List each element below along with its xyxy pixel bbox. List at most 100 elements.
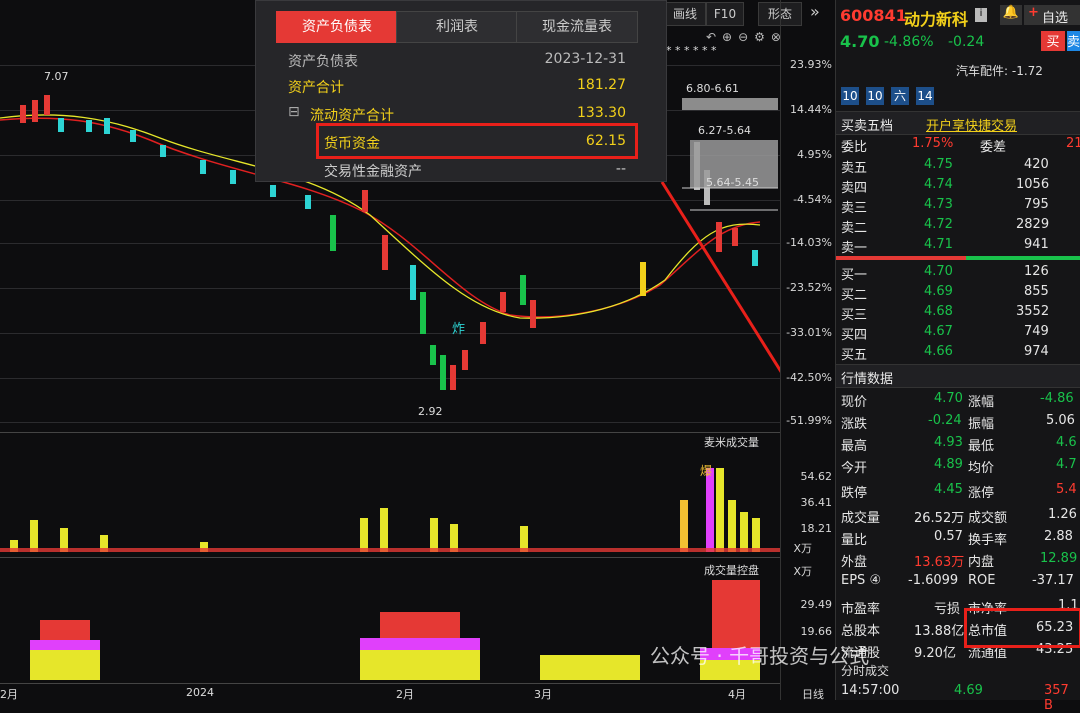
pct-tick: 4.95% (797, 148, 832, 161)
quote-value: 4.6 (1056, 435, 1077, 450)
ask-row[interactable]: 卖五 4.75 420 (836, 155, 1080, 176)
stock-name: 动力新科 (904, 10, 969, 29)
bid-ask-bar-red (836, 256, 966, 260)
bomb-label: 炸 (452, 322, 466, 337)
resist-label: 5.64-5.45 (706, 176, 759, 189)
quote-value: 4.45 (934, 482, 963, 497)
bid-label: 买三 (841, 308, 868, 323)
vol-tick: 36.41 (800, 496, 833, 509)
bid-row[interactable]: 买三 4.68 3552 (836, 302, 1080, 323)
tab-balance-sheet[interactable]: 资产负债表 (276, 11, 398, 43)
ctrl-unit: X万 (793, 565, 812, 578)
bid-vol: 855 (1024, 284, 1049, 299)
ask-price: 4.74 (924, 177, 953, 192)
fin-row-trading-assets[interactable]: 交易性金融资产 -- (256, 155, 666, 183)
ask-vol: 941 (1024, 237, 1049, 252)
ask-price: 4.73 (924, 197, 953, 212)
watermark: 公众号 · 千哥投资与公式 (650, 644, 870, 668)
expand-icon[interactable]: ⊟ (288, 104, 300, 120)
vol-unit: X万 (793, 542, 812, 555)
speed-btn[interactable]: 10 (866, 87, 884, 105)
quote-row: 现价 4.70 涨幅 -4.86 (836, 389, 1080, 410)
quote-value: 9.20亿 (914, 646, 956, 661)
fin-row-label: 流动资产合计 (310, 108, 394, 124)
ask-row[interactable]: 卖三 4.73 795 (836, 195, 1080, 216)
quote-value: 13.88亿 (914, 624, 965, 639)
quote-value: 5.4 (1056, 482, 1077, 497)
tick-row: 14:57:00 4.69 357 B (836, 681, 1080, 713)
buy-button[interactable]: 买 (1041, 31, 1065, 51)
quote-value: -1.6099 (908, 573, 959, 588)
quote-data-header[interactable]: 行情数据 (836, 364, 1080, 388)
sell-button[interactable]: 卖 (1067, 31, 1080, 51)
ask-vol: 2829 (1016, 217, 1050, 232)
fast-trade-link[interactable]: 开户享快捷交易 (926, 115, 1017, 134)
quote-value: 5.06 (1046, 413, 1075, 428)
pct-tick: -42.50% (786, 371, 832, 384)
quote-value: 26.52万 (914, 511, 965, 526)
ctrl-tick: 29.49 (800, 598, 833, 611)
ask-vol: 1056 (1016, 177, 1050, 192)
bid-vol: 126 (1024, 264, 1049, 279)
quote-panel[interactable]: 600841 动力新科 i 🔔 + 自选 4.70 -4.86% -0.24 买… (835, 0, 1080, 713)
highlight-box (316, 123, 638, 159)
pct-tick: -4.54% (793, 193, 832, 206)
quote-row: EPS ④ -1.6099 ROE -37.17 (836, 571, 1080, 591)
quote-label: ROE (968, 573, 996, 588)
quote-label: 涨停 (968, 486, 995, 501)
bid-row[interactable]: 买五 4.66 974 (836, 342, 1080, 363)
vol-tick: 54.62 (800, 470, 833, 483)
quote-row: 今开 4.89 均价 4.7 (836, 455, 1080, 476)
quote-row: 跌停 4.45 涨停 5.4 (836, 480, 1080, 501)
five-level-header: 买卖五档 开户享快捷交易 (836, 111, 1080, 135)
quote-label: 外盘 (841, 555, 868, 570)
add-watchlist-button[interactable]: + 自选 (1024, 5, 1080, 26)
quote-label: 最低 (968, 439, 995, 454)
bid-row[interactable]: 买二 4.69 855 (836, 282, 1080, 303)
financial-popup[interactable]: 资产负债表 利润表 现金流量表 资产负债表 2023-12-31 资产合计 18… (255, 0, 667, 182)
quote-value: 4.93 (934, 435, 963, 450)
bid-row[interactable]: 买四 4.67 749 (836, 322, 1080, 343)
quote-value: 亏损 (934, 602, 961, 617)
bid-label: 买一 (841, 268, 868, 283)
tab-cashflow[interactable]: 现金流量表 (516, 11, 638, 43)
quote-label: 内盘 (968, 555, 995, 570)
change-pct: -4.86% (884, 34, 934, 50)
ask-row[interactable]: 卖二 4.72 2829 (836, 215, 1080, 236)
diff-value: 21 (1066, 136, 1080, 151)
bid-price: 4.69 (924, 284, 953, 299)
tab-income-statement[interactable]: 利润表 (396, 11, 518, 43)
fin-row-label: 交易性金融资产 (324, 164, 422, 180)
fin-row-total-assets[interactable]: 资产合计 181.27 (256, 71, 666, 99)
speed-btn[interactable]: 14 (916, 87, 934, 105)
bid-price: 4.66 (924, 344, 953, 359)
bid-price: 4.68 (924, 304, 953, 319)
ask-price: 4.75 (924, 157, 953, 172)
ask-label: 卖五 (841, 161, 868, 176)
speed-btn[interactable]: 六 (891, 87, 909, 105)
ask-row[interactable]: 卖四 4.74 1056 (836, 175, 1080, 196)
ask-vol: 795 (1024, 197, 1049, 212)
fin-row-value: -- (615, 161, 626, 177)
info-icon[interactable]: i (975, 8, 987, 22)
bid-price: 4.67 (924, 324, 953, 339)
price-axis: 23.93% 14.44% 4.95% -4.54% -14.03% -23.5… (780, 0, 836, 701)
speed-btn[interactable]: 10 (841, 87, 859, 105)
ask-row[interactable]: 卖一 4.71 941 (836, 235, 1080, 256)
quote-label: 成交量 (841, 511, 881, 526)
ctrl-title: 成交量控盘 (704, 564, 759, 577)
bid-row[interactable]: 买一 4.70 126 (836, 262, 1080, 283)
tick-vol: 357 B (1044, 683, 1069, 713)
quote-label: 总股本 (841, 624, 881, 639)
quote-label: EPS ④ (841, 573, 882, 588)
quote-label: 今开 (841, 461, 868, 476)
quote-label: 换手率 (968, 533, 1008, 548)
ratio-label: 委比 (841, 140, 868, 155)
ctrl-tick: 19.66 (800, 625, 833, 638)
sector-info[interactable]: 汽车配件: -1.72 (956, 62, 1043, 79)
quote-value: -4.86 (1040, 391, 1074, 406)
quote-label: 成交额 (968, 511, 1008, 526)
fin-row-value: 181.27 (577, 77, 626, 93)
pct-tick: 14.44% (790, 103, 832, 116)
bell-icon[interactable]: 🔔 (1000, 5, 1022, 25)
